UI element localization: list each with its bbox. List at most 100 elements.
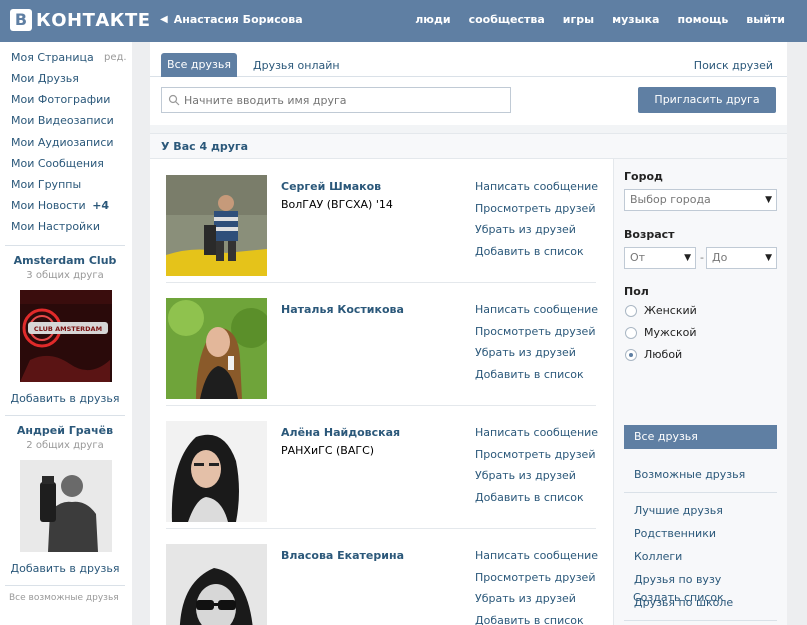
chevron-down-icon: ▼	[684, 253, 691, 263]
nav-communities[interactable]: сообщества	[469, 13, 545, 26]
write-message-link[interactable]: Написать сообщение	[475, 180, 598, 202]
friends-count: У Вас 4 друга	[161, 140, 249, 153]
friend-name[interactable]: Алёна Найдовская	[281, 426, 400, 439]
menu-my-settings[interactable]: Мои Настройки	[11, 220, 100, 233]
view-friends-link[interactable]: Просмотреть друзей	[475, 202, 598, 224]
gender-female-radio[interactable]: Женский	[625, 304, 697, 317]
nav-help[interactable]: помощь	[677, 13, 728, 26]
list-university-friends[interactable]: Друзья по вузу	[634, 573, 721, 586]
suggestion-photo-club[interactable]: CLUB AMSTERDAM	[20, 290, 112, 382]
menu-my-messages[interactable]: Мои Сообщения	[11, 157, 104, 170]
menu-my-page[interactable]: Моя Страница	[11, 51, 94, 64]
add-friend-club-button[interactable]: Добавить в друзья	[0, 392, 130, 405]
friend-photo[interactable]	[166, 175, 267, 276]
avatar	[166, 298, 271, 399]
suggestion-mutual: 2 общих друга	[26, 440, 104, 451]
nav-music[interactable]: музыка	[612, 13, 659, 26]
menu-my-friends[interactable]: Мои Друзья	[11, 72, 79, 85]
friends-tabs: Все друзья Друзья онлайн Поиск друзей	[150, 42, 787, 77]
friend-row: Наталья Костикова Написать сообщение Про…	[150, 282, 612, 405]
header-user-link[interactable]: ◀ Анастасия Борисова	[160, 13, 303, 26]
top-header: В КОНТАКТЕ ◀ Анастасия Борисова люди соо…	[0, 0, 807, 42]
news-badge: +4	[92, 199, 110, 212]
suggestion-mutual: 3 общих друга	[26, 270, 104, 281]
city-select-value: Выбор города	[630, 193, 711, 206]
friends-filter-panel: Город Выбор города ▼ Возраст От ▼ - До ▼…	[613, 159, 787, 625]
remove-friend-link[interactable]: Убрать из друзей	[475, 346, 598, 368]
friend-photo[interactable]	[166, 421, 267, 522]
gender-label: Пол	[624, 285, 649, 298]
friend-actions: Написать сообщение Просмотреть друзей Уб…	[475, 303, 598, 389]
friend-photo[interactable]	[166, 544, 267, 625]
add-to-list-link[interactable]: Добавить в список	[475, 491, 598, 513]
list-all-friends[interactable]: Все друзья	[624, 425, 777, 449]
radio-icon	[625, 304, 637, 317]
logo-text: КОНТАКТЕ	[36, 9, 151, 31]
all-possible-friends-link[interactable]: Все возможные друзья	[9, 593, 119, 603]
write-message-link[interactable]: Написать сообщение	[475, 549, 598, 571]
friend-actions: Написать сообщение Просмотреть друзей Уб…	[475, 426, 598, 512]
back-arrow-icon: ◀	[160, 14, 168, 25]
friend-search-box[interactable]	[161, 87, 511, 113]
chevron-down-icon: ▼	[765, 195, 772, 205]
friend-name[interactable]: Наталья Костикова	[281, 303, 404, 316]
gender-male-label: Мужской	[644, 326, 697, 339]
write-message-link[interactable]: Написать сообщение	[475, 303, 598, 325]
menu-my-audio[interactable]: Мои Аудиозаписи	[11, 136, 114, 149]
tab-friends-online[interactable]: Друзья онлайн	[253, 59, 340, 72]
list-relatives[interactable]: Родственники	[634, 527, 716, 540]
view-friends-link[interactable]: Просмотреть друзей	[475, 571, 598, 593]
suggestion-title[interactable]: Андрей Грачёв	[0, 424, 130, 437]
list-divider	[624, 620, 777, 621]
view-friends-link[interactable]: Просмотреть друзей	[475, 325, 598, 347]
list-colleagues[interactable]: Коллеги	[634, 550, 682, 563]
create-list-link[interactable]: Создать список	[633, 591, 724, 604]
row-divider	[166, 282, 596, 283]
row-divider	[166, 528, 596, 529]
chevron-down-icon: ▼	[765, 253, 772, 263]
menu-my-groups[interactable]: Мои Группы	[11, 178, 81, 191]
friends-count-bar: У Вас 4 друга	[150, 133, 787, 159]
age-from-value: От	[630, 251, 646, 264]
add-to-list-link[interactable]: Добавить в список	[475, 614, 598, 625]
add-to-list-link[interactable]: Добавить в список	[475, 245, 598, 267]
remove-friend-link[interactable]: Убрать из друзей	[475, 223, 598, 245]
menu-edit-link[interactable]: ред.	[104, 52, 127, 63]
remove-friend-link[interactable]: Убрать из друзей	[475, 469, 598, 491]
list-possible-friends[interactable]: Возможные друзья	[634, 468, 745, 481]
view-friends-link[interactable]: Просмотреть друзей	[475, 448, 598, 470]
age-to-select[interactable]: До ▼	[706, 247, 777, 269]
menu-divider	[5, 245, 125, 246]
friend-photo[interactable]	[166, 298, 271, 399]
tab-all-friends[interactable]: Все друзья	[161, 53, 237, 77]
nav-logout[interactable]: выйти	[746, 13, 785, 26]
gender-male-radio[interactable]: Мужской	[625, 326, 696, 339]
age-from-select[interactable]: От ▼	[624, 247, 696, 269]
menu-my-photos[interactable]: Мои Фотографии	[11, 93, 110, 106]
avatar	[166, 544, 267, 625]
friend-row: Сергей Шмаков ВолГАУ (ВГСХА) '14 Написат…	[150, 159, 612, 282]
city-select[interactable]: Выбор города ▼	[624, 189, 777, 211]
nav-people[interactable]: люди	[415, 13, 450, 26]
list-best-friends[interactable]: Лучшие друзья	[634, 504, 723, 517]
remove-friend-link[interactable]: Убрать из друзей	[475, 592, 598, 614]
avatar	[166, 175, 267, 276]
menu-my-videos[interactable]: Мои Видеозаписи	[11, 114, 114, 127]
friend-name[interactable]: Власова Екатерина	[281, 549, 404, 562]
friend-search-input[interactable]	[184, 93, 494, 107]
suggestion-photo-andrey[interactable]	[20, 460, 112, 552]
radio-selected-icon	[625, 348, 637, 361]
add-to-list-link[interactable]: Добавить в список	[475, 368, 598, 390]
add-friend-andrey-button[interactable]: Добавить в друзья	[0, 562, 130, 575]
suggestion-title[interactable]: Amsterdam Club	[0, 254, 130, 267]
avatar	[166, 421, 267, 522]
gender-any-radio[interactable]: Любой	[625, 348, 682, 361]
nav-games[interactable]: игры	[563, 13, 594, 26]
invite-friend-button[interactable]: Пригласить друга	[638, 87, 776, 113]
vk-logo[interactable]: В КОНТАКТЕ	[10, 8, 151, 32]
write-message-link[interactable]: Написать сообщение	[475, 426, 598, 448]
friend-name[interactable]: Сергей Шмаков	[281, 180, 381, 193]
tab-find-friends[interactable]: Поиск друзей	[694, 59, 773, 72]
menu-my-news[interactable]: Мои Новости +4	[11, 199, 109, 212]
age-dash: -	[700, 251, 704, 264]
